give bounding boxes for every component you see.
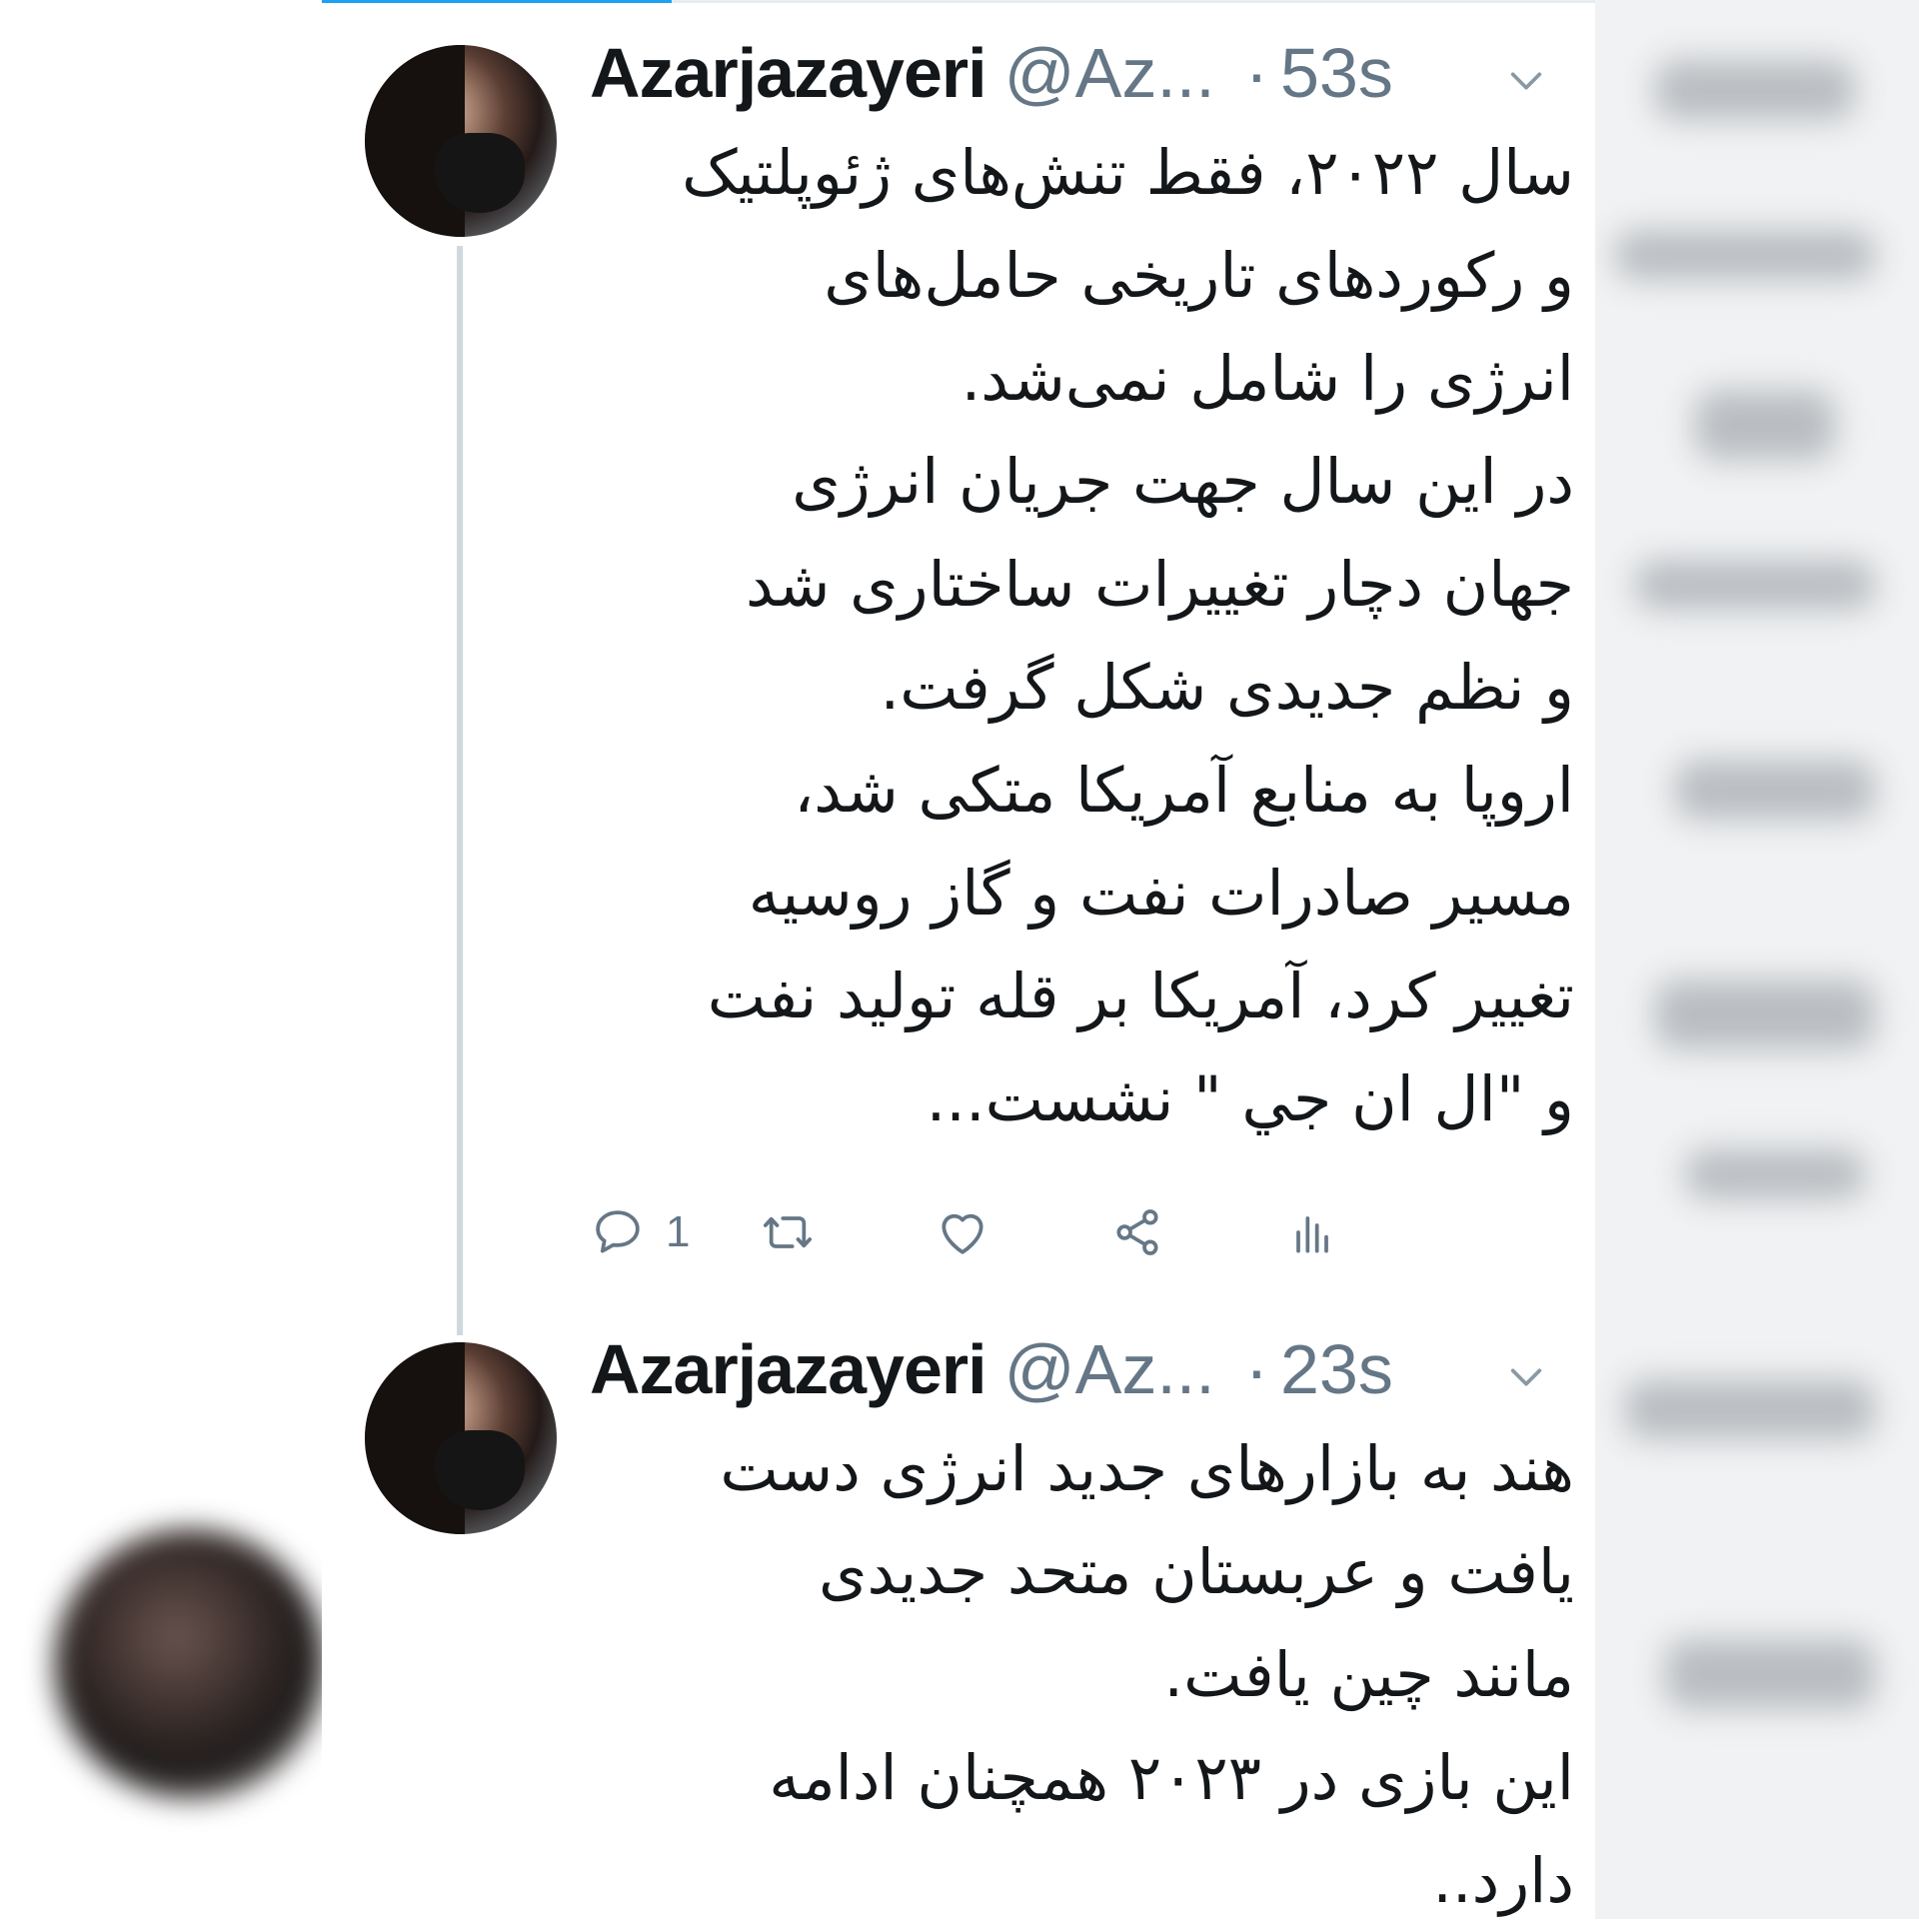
tweet-text-line: اروپا به منابع آمریکا متکی شد،: [794, 754, 1574, 827]
tweet-header: Azarjazayeri @Az... · 23s: [590, 1329, 1393, 1419]
tweet-text-line: سال ۲۰۲۲، فقط تنش‌های ژئوپلتیک: [682, 136, 1574, 209]
like-icon: [942, 1213, 983, 1254]
share-icon: [1116, 1209, 1158, 1255]
chevron-down-icon[interactable]: [1506, 61, 1546, 101]
tweet-text-line: و نظم جدیدی شکل گرفت.: [880, 651, 1574, 724]
thread-line: [457, 246, 463, 1335]
retweet-icon: [763, 1216, 813, 1248]
timestamp[interactable]: 53s: [1280, 33, 1393, 113]
blurred-right-background: [1595, 0, 1919, 1919]
reply-count: 1: [666, 1207, 691, 1256]
blurred-avatar-decoration: [55, 1529, 322, 1799]
tweet-text: هند به بازارهای جدید انرژی دست یافت و عر…: [590, 1417, 1574, 1932]
face-mask-decoration: [435, 133, 525, 213]
tweet-header: Azarjazayeri @Az... · 53s: [590, 33, 1393, 123]
tweet-text-line: این بازی در ۲۰۲۳ همچنان ادامه: [769, 1741, 1574, 1814]
tweet-text-line: تغییر کرد، آمریکا بر قله تولید نفت: [707, 960, 1574, 1032]
reply-button[interactable]: 1: [590, 1192, 690, 1272]
timeline: Azarjazayeri @Az... · 53s سال ۲۰۲۲، فقط …: [322, 3, 1595, 1919]
separator-dot: ·: [1244, 34, 1268, 112]
avatar[interactable]: [365, 1342, 557, 1534]
tweet[interactable]: Azarjazayeri @Az... · 53s سال ۲۰۲۲، فقط …: [322, 3, 1595, 1335]
tweet-text: سال ۲۰۲۲، فقط تنش‌های ژئوپلتیک و رکوردها…: [590, 121, 1574, 1150]
user-handle[interactable]: @Az...: [1004, 33, 1215, 113]
tweet-text-line: جهان دچار تغییرات ساختاری شد: [745, 548, 1574, 621]
analytics-button[interactable]: [1284, 1192, 1340, 1272]
tweet-actions: 1: [590, 1192, 1589, 1272]
user-handle[interactable]: @Az...: [1004, 1329, 1215, 1409]
chevron-down-icon[interactable]: [1506, 1357, 1546, 1397]
display-name[interactable]: Azarjazayeri: [590, 1329, 987, 1409]
like-button[interactable]: [935, 1192, 990, 1272]
avatar[interactable]: [365, 45, 557, 237]
tweet[interactable]: Azarjazayeri @Az... · 23s هند به بازارها…: [322, 1324, 1595, 1919]
tweet-text-line: هند به بازارهای جدید انرژی دست: [720, 1432, 1574, 1505]
reply-icon: [596, 1210, 640, 1253]
tweet-text-line: و رکوردهای تاریخی حامل‌های: [824, 239, 1574, 312]
tweet-text-line: مسیر صادرات نفت و گاز روسیه: [748, 857, 1574, 930]
tweet-text-line: مانند چین یافت.: [1163, 1638, 1574, 1711]
separator-dot: ·: [1244, 1330, 1268, 1408]
tweet-text-line: یافت و عربستان متحد جدیدی: [818, 1535, 1574, 1608]
share-button[interactable]: [1109, 1192, 1165, 1272]
tweet-text-line: انرژی را شامل نمی‌شد.: [960, 342, 1574, 415]
blurred-left-background: [0, 0, 322, 1919]
analytics-icon: [1296, 1216, 1328, 1253]
face-mask-decoration: [435, 1430, 525, 1510]
display-name[interactable]: Azarjazayeri: [590, 33, 987, 113]
tweet-text-line: دارد..: [1432, 1844, 1574, 1917]
timestamp[interactable]: 23s: [1280, 1329, 1393, 1409]
tweet-text-line: و "ال ان جي " نشست...: [926, 1062, 1574, 1135]
retweet-button[interactable]: [760, 1192, 816, 1272]
tweet-text-line: در این سال جهت جریان انرژی: [792, 445, 1574, 518]
